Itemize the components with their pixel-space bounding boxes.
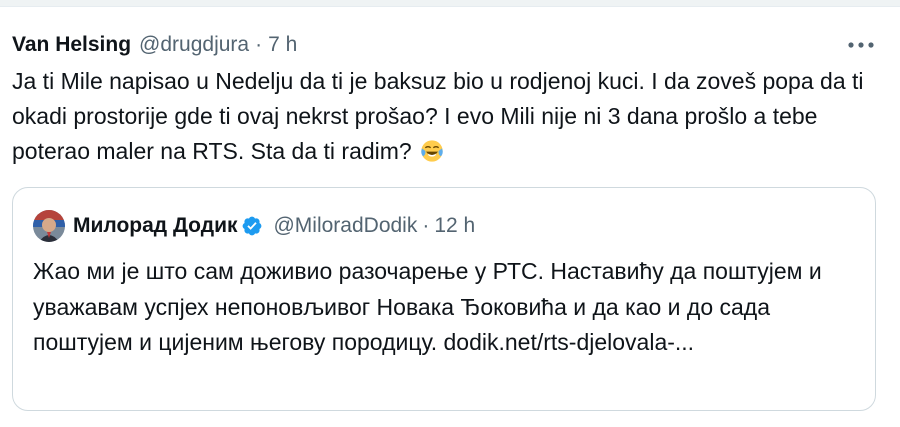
face-with-tears-of-joy-icon (421, 140, 443, 162)
author-name[interactable]: Van Helsing (12, 33, 131, 57)
quoted-author-handle[interactable]: @MiloradDodik (273, 214, 417, 238)
quoted-tweet-header: Милорад Додик @MiloradDodik · 12 h (33, 210, 475, 242)
avatar-photo-icon (33, 210, 65, 242)
tweet-text: Ja ti Mile napisao u Nedelju da ti je ba… (12, 64, 882, 169)
tweet-time[interactable]: 7 h (268, 33, 297, 57)
tweet-header: Van Helsing @drugdjura · 7 h (12, 30, 297, 60)
quoted-author-name[interactable]: Милорад Додик (73, 214, 237, 238)
more-horizontal-icon (848, 42, 874, 48)
verified-badge-icon (243, 216, 262, 236)
quoted-tweet-text: Жао ми је што сам доживио разочарење у Р… (33, 258, 822, 355)
quoted-tweet[interactable]: Милорад Додик @MiloradDodik · 12 h Жао м… (12, 187, 876, 411)
more-options-button[interactable] (844, 32, 878, 58)
separator-dot: · (255, 33, 263, 56)
tweet[interactable]: Van Helsing @drugdjura · 7 h Ja ti Mile … (0, 0, 900, 427)
separator-dot: · (422, 214, 430, 237)
avatar[interactable] (33, 210, 65, 242)
quoted-tweet-time[interactable]: 12 h (434, 214, 475, 238)
author-handle[interactable]: @drugdjura (139, 33, 249, 57)
